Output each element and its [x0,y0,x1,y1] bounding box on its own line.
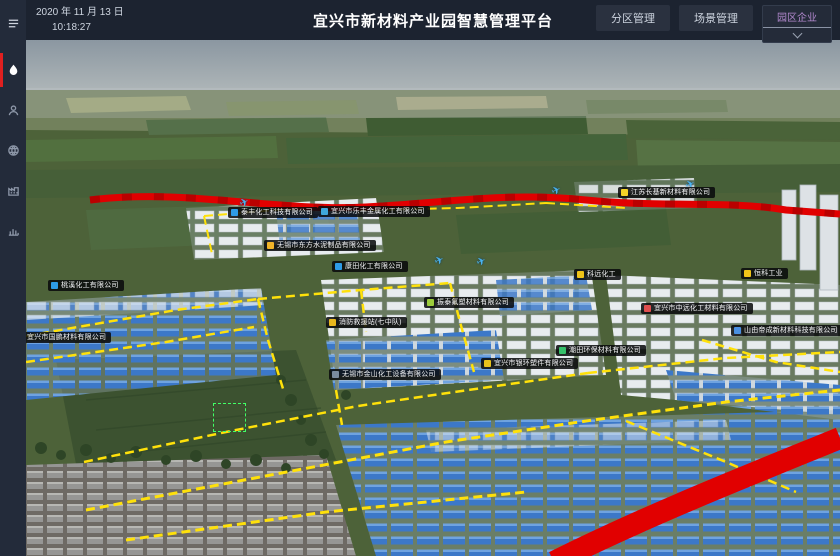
company-label-text: 康田化工有限公司 [345,263,403,270]
company-label-text: 无锡市金山化工设备有限公司 [342,371,436,378]
company-label-icon [744,270,751,277]
company-label-text: 科远化工 [587,271,616,278]
company-label-text: 恒科工业 [754,270,783,277]
park-enterprise-dropdown[interactable]: 园区企业 [762,5,832,43]
current-date: 2020 年 11 月 13 日 [36,5,124,20]
company-label-text: 宜兴市中远化工材料有限公司 [654,305,748,312]
selection-box [213,403,246,432]
plane-marker-icon[interactable]: ✈ [433,255,446,269]
company-label-icon [734,327,741,334]
sidebar-item-personnel[interactable] [0,90,26,130]
menu-toggle-button[interactable] [0,6,26,40]
plane-marker-icon[interactable]: ✈ [475,256,488,270]
company-label-icon [559,347,566,354]
zone-management-button[interactable]: 分区管理 [596,5,670,31]
company-label[interactable]: 桃溪化工有限公司 [48,280,124,291]
company-label-icon [427,299,434,306]
company-label[interactable]: 潮田环保材料有限公司 [556,345,646,356]
map-overlay: 泰丰化工科技有限公司 宜兴市乐丰金属化工有限公司 无锡市东方水泥制品有限公司 江… [26,40,840,556]
app-window: 2020 年 11 月 13 日 10:18:27 宜兴市新材料产业园智慧管理平… [0,0,840,556]
company-label[interactable]: 无锡市金山化工设备有限公司 [329,369,441,380]
company-label-icon [577,271,584,278]
company-label[interactable]: 山由帝成新材料科技有限公司 [731,325,840,336]
dropdown-label: 园区企业 [777,8,817,27]
chevron-down-icon [792,28,802,38]
bar-chart-icon [7,224,20,237]
sidebar-item-enterprise[interactable] [0,170,26,210]
company-label-text: 消防救援站(七中队) [339,319,402,326]
company-label-icon [484,360,491,367]
sidebar-item-fire-monitor[interactable] [0,50,26,90]
company-label-icon [332,371,339,378]
company-label[interactable]: 江苏长基新材料有限公司 [618,187,715,198]
company-label[interactable]: 恒科工业 [741,268,788,279]
company-label-icon [267,242,274,249]
map-3d-viewport[interactable]: 泰丰化工科技有限公司 宜兴市乐丰金属化工有限公司 无锡市东方水泥制品有限公司 江… [26,40,840,556]
company-label-icon [335,263,342,270]
header: 2020 年 11 月 13 日 10:18:27 宜兴市新材料产业园智慧管理平… [26,0,840,40]
header-actions: 分区管理 场景管理 园区企业 [596,0,840,43]
factory-icon [7,184,20,197]
company-label-text: 宜兴市国鹏材料有限公司 [27,334,106,341]
company-label-icon [621,189,628,196]
flame-icon [7,64,20,77]
sidebar [0,0,26,556]
company-label-text: 无锡市东方水泥制品有限公司 [277,242,371,249]
company-label-text: 潮田环保材料有限公司 [569,347,641,354]
sidebar-item-environment[interactable] [0,130,26,170]
current-time: 10:18:27 [36,20,124,35]
datetime-block: 2020 年 11 月 13 日 10:18:27 [26,5,124,35]
company-label-icon [231,209,238,216]
company-label-icon [644,305,651,312]
globe-icon [7,144,20,157]
company-label-text: 山由帝成新材料科技有限公司 [744,327,838,334]
company-label-text: 宜兴市乐丰金属化工有限公司 [331,208,425,215]
company-label-text: 宜兴市银环塑件有限公司 [494,360,573,367]
company-label[interactable]: 消防救援站(七中队) [326,317,407,328]
scene-management-button[interactable]: 场景管理 [679,5,753,31]
hamburger-menu-icon [7,17,20,30]
user-icon [7,104,20,117]
company-label[interactable]: 无锡市东方水泥制品有限公司 [264,240,376,251]
company-label-text: 江苏长基新材料有限公司 [631,189,710,196]
company-label[interactable]: 宜兴市国鹏材料有限公司 [26,332,111,343]
company-label[interactable]: 泰丰化工科技有限公司 [228,207,318,218]
company-label-icon [329,319,336,326]
company-label[interactable]: 科远化工 [574,269,621,280]
company-label-text: 振泰氟塑材料有限公司 [437,299,509,306]
company-label-text: 桃溪化工有限公司 [61,282,119,289]
company-label-icon [321,208,328,215]
plane-marker-icon[interactable]: ✈ [550,185,563,199]
sidebar-item-statistics[interactable] [0,210,26,250]
company-label[interactable]: 宜兴市银环塑件有限公司 [481,358,578,369]
company-label[interactable]: 振泰氟塑材料有限公司 [424,297,514,308]
company-label[interactable]: 康田化工有限公司 [332,261,408,272]
company-label[interactable]: 宜兴市乐丰金属化工有限公司 [318,206,430,217]
company-label[interactable]: 宜兴市中远化工材料有限公司 [641,303,753,314]
company-label-icon [51,282,58,289]
company-label-text: 泰丰化工科技有限公司 [241,209,313,216]
